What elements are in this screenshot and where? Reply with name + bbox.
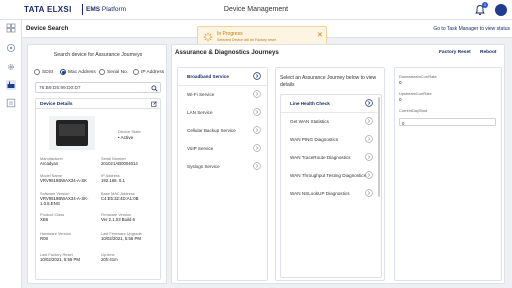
result-value-box: 0 — [399, 118, 496, 126]
search-label: Search device for Assurance Journeys — [53, 52, 143, 58]
category-lan-service[interactable]: LAN Service — [178, 104, 267, 122]
journey-wan-throughput[interactable]: WAN Throughput Testing Diagnostics — [281, 167, 377, 185]
toast-message: Selected Device will be Factory reset — [217, 38, 276, 42]
field-value: Ver 2.1.03 Build 6 — [101, 217, 135, 222]
result-label: DownstreamCurrRate — [399, 74, 437, 79]
journey-line-health-check[interactable]: Line Health Check — [281, 95, 377, 113]
result-value: 0 — [402, 120, 405, 126]
journey-wan-ping[interactable]: WAN PING Diagnostics — [281, 131, 377, 149]
field-value: C4:E5:32:4D:A1:0B — [101, 196, 139, 201]
field-value: 10/02/2021, 5:56 PM — [101, 236, 141, 241]
assurance-title: Assurance & Diagnostics Journeys — [175, 49, 279, 56]
device-image — [49, 116, 95, 150]
chevron-right-icon — [365, 153, 373, 161]
toast-title: In Progress — [217, 31, 243, 37]
device-state-value: • Active — [118, 135, 134, 140]
globe-icon[interactable] — [6, 43, 16, 53]
field-value: VRV9519BWAX34-A-SK-1.0.8.ENG — [40, 196, 89, 206]
result-label: CurrentDayStart — [399, 108, 428, 113]
radio-indicator — [99, 69, 105, 75]
device-details-header: Device Details — [36, 99, 160, 109]
journey-wan-nslookup[interactable]: WAN NSLookUP Diagnostics — [281, 185, 377, 203]
result-value: 0 — [399, 97, 402, 102]
chevron-right-icon — [253, 126, 261, 134]
chevron-right-icon — [253, 108, 261, 116]
field-value: R08 — [40, 236, 48, 241]
field-value: Arcadyan — [40, 161, 59, 166]
search-input[interactable]: 76:B9:D5:99:D0:D7 — [35, 82, 161, 93]
close-icon[interactable]: ✕ — [317, 32, 323, 39]
category-wifi-service[interactable]: Wi-Fi Service — [178, 86, 267, 104]
category-voip-service[interactable]: VoIP Service — [178, 140, 267, 158]
chevron-right-icon — [253, 162, 261, 170]
section-title: Device Search — [26, 25, 69, 32]
search-input-value: 76:B9:D5:99:D0:D7 — [39, 85, 81, 91]
journey-panel: Select an Assurance Journey below to vie… — [275, 67, 385, 281]
chevron-right-icon — [365, 171, 373, 179]
dashboard-icon[interactable] — [6, 23, 16, 33]
result-value: 0 — [399, 80, 402, 85]
field-value: 10/02/2021, 5:56 PM — [40, 257, 80, 262]
chevron-right-icon — [253, 90, 261, 98]
journey-wan-traceroute[interactable]: WAN TraceRoute Diagnostics — [281, 149, 377, 167]
device-state-label: Device State — [118, 129, 141, 134]
field-value: VRV9519BWAX34-A-SK — [40, 178, 88, 183]
field-value: XB6 — [40, 217, 49, 222]
factory-reset-button[interactable]: Factory Reset — [439, 50, 471, 55]
field-value: 192.168. 0.1 — [101, 178, 125, 183]
page-title: Device Management — [223, 6, 289, 13]
journey-list: Line Health Check Get WAN Statistics WAN… — [280, 94, 382, 278]
search-type-radios: SDSI Mac Address Serial No. IP Address — [32, 69, 166, 77]
progress-toast: In Progress Selected Device will be Fact… — [197, 26, 327, 46]
radio-indicator — [34, 69, 40, 75]
chevron-right-icon — [365, 189, 373, 197]
device-search-panel: Search device for Assurance Journeys SDS… — [27, 44, 167, 284]
field-value: 20h:41m — [101, 257, 118, 262]
settings-gear-icon[interactable] — [6, 62, 16, 72]
radio-indicator — [133, 69, 139, 75]
user-avatar-icon[interactable] — [495, 4, 507, 16]
spinner-icon — [203, 32, 213, 42]
external-link-icon[interactable] — [151, 101, 157, 107]
reboot-button[interactable]: Reboot — [480, 50, 497, 55]
top-bar: TATA ELXSI EMS Platform Device Managemen… — [0, 0, 512, 20]
assurance-panel: Assurance & Diagnostics Journeys Factory… — [171, 44, 505, 284]
reports-icon[interactable] — [6, 98, 16, 108]
router-front — [59, 124, 85, 136]
sidebar — [0, 20, 22, 288]
radio-indicator — [60, 69, 66, 75]
device-details-card: Device Details Device State • Active Man… — [35, 98, 161, 280]
category-cellular-backup-service[interactable]: Cellular Backup Service — [178, 122, 267, 140]
device-details-title: Device Details — [40, 101, 73, 107]
scrollbar[interactable] — [378, 97, 380, 197]
chevron-right-icon — [253, 72, 261, 80]
chevron-right-icon — [253, 144, 261, 152]
task-manager-link[interactable]: Go to Task Manager to view status — [433, 26, 510, 32]
result-label: UpstreamCurrRate — [399, 91, 432, 96]
results-panel: DownstreamCurrRate 0 UpstreamCurrRate 0 … — [394, 67, 502, 281]
category-broadband-service[interactable]: Broadband Service — [178, 68, 267, 86]
chevron-right-icon — [365, 117, 373, 125]
chevron-right-icon — [365, 135, 373, 143]
journey-header: Select an Assurance Journey below to vie… — [280, 75, 377, 88]
notification-badge: 1 — [482, 2, 488, 8]
service-category-list: Broadband Service Wi-Fi Service LAN Serv… — [177, 67, 268, 281]
journey-get-wan-statistics[interactable]: Get WAN Statistics — [281, 113, 377, 131]
category-syslogs-service[interactable]: Syslogs Service — [178, 158, 267, 176]
search-icon[interactable] — [151, 84, 158, 92]
device-management-icon[interactable] — [6, 80, 16, 90]
field-value: 201021AB0004014 — [101, 161, 138, 166]
chevron-right-icon — [365, 99, 373, 107]
